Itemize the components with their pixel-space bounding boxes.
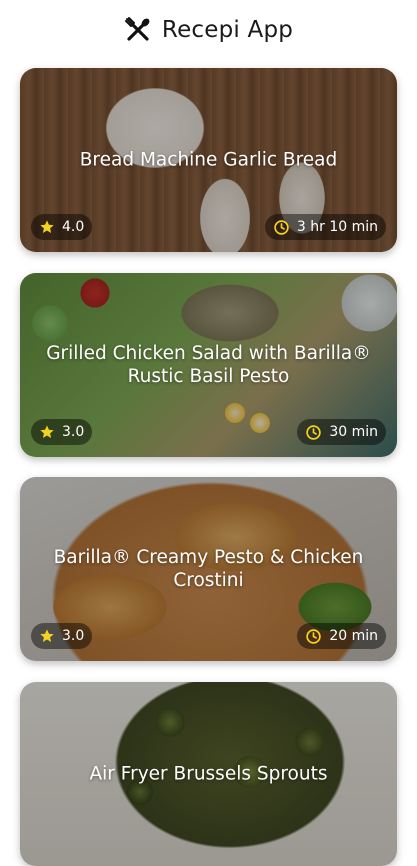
cook-time-badge: 20 min [297, 623, 386, 649]
cook-time-value: 3 hr 10 min [296, 219, 378, 235]
cook-time-value: 30 min [329, 424, 378, 440]
app-bar: Recepi App [0, 0, 417, 60]
star-icon [39, 628, 55, 644]
rating-value: 4.0 [62, 219, 85, 235]
star-icon [39, 219, 55, 235]
recipe-card[interactable]: Grilled Chicken Salad with Barilla® Rust… [20, 273, 397, 457]
rating-badge: 3.0 [31, 419, 93, 445]
rating-value: 3.0 [62, 424, 85, 440]
recipe-card[interactable]: Barilla® Creamy Pesto & Chicken Crostini… [20, 477, 397, 661]
cook-time-badge: 30 min [297, 419, 386, 445]
rating-badge: 3.0 [31, 623, 93, 649]
app-title: Recepi App [161, 17, 294, 43]
clock-icon [273, 219, 290, 236]
star-icon [39, 424, 55, 440]
clock-icon [305, 424, 322, 441]
recipe-title: Grilled Chicken Salad with Barilla® Rust… [46, 343, 371, 387]
recipe-card[interactable]: Bread Machine Garlic Bread 4.0 3 hr 10 m… [20, 68, 397, 252]
rating-badge: 4.0 [31, 214, 93, 240]
recipe-title: Air Fryer Brussels Sprouts [89, 763, 328, 785]
rating-value: 3.0 [62, 628, 85, 644]
recipe-title: Bread Machine Garlic Bread [79, 149, 338, 171]
cook-time-badge: 3 hr 10 min [264, 214, 386, 240]
cook-time-value: 20 min [329, 628, 378, 644]
recipe-card[interactable]: Air Fryer Brussels Sprouts [20, 682, 397, 866]
fork-knife-icon [124, 16, 152, 44]
recipe-title: Barilla® Creamy Pesto & Chicken Crostini [53, 547, 364, 591]
clock-icon [305, 628, 322, 645]
